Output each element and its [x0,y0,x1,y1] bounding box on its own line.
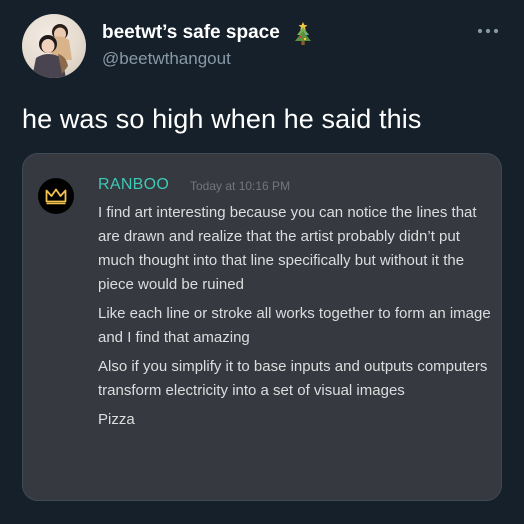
message-line: I find art interesting because you can n… [98,204,477,293]
message-timestamp: Today at 10:16 PM [190,179,291,193]
profile-avatar[interactable] [22,14,86,78]
discord-avatar [38,178,74,214]
discord-username: RANBOO [98,176,170,193]
message-line: Also if you simplify it to base inputs a… [98,358,488,399]
discord-message-screenshot: RANBOO Today at 10:16 PM I find art inte… [22,153,502,501]
display-name[interactable]: beetwt’s safe space [102,22,280,44]
message-line: Pizza [98,411,135,428]
message-line: Like each line or stroke all works toget… [98,305,491,346]
avatar-illustration [32,24,72,78]
tweet-text: he was so high when he said this [22,104,422,134]
more-horizontal-icon[interactable] [474,24,502,38]
christmas-tree-icon [295,22,311,45]
user-handle[interactable]: @beetwthangout [102,49,231,69]
message-list: I find art interesting because you can n… [98,201,493,437]
crown-icon [45,188,67,205]
